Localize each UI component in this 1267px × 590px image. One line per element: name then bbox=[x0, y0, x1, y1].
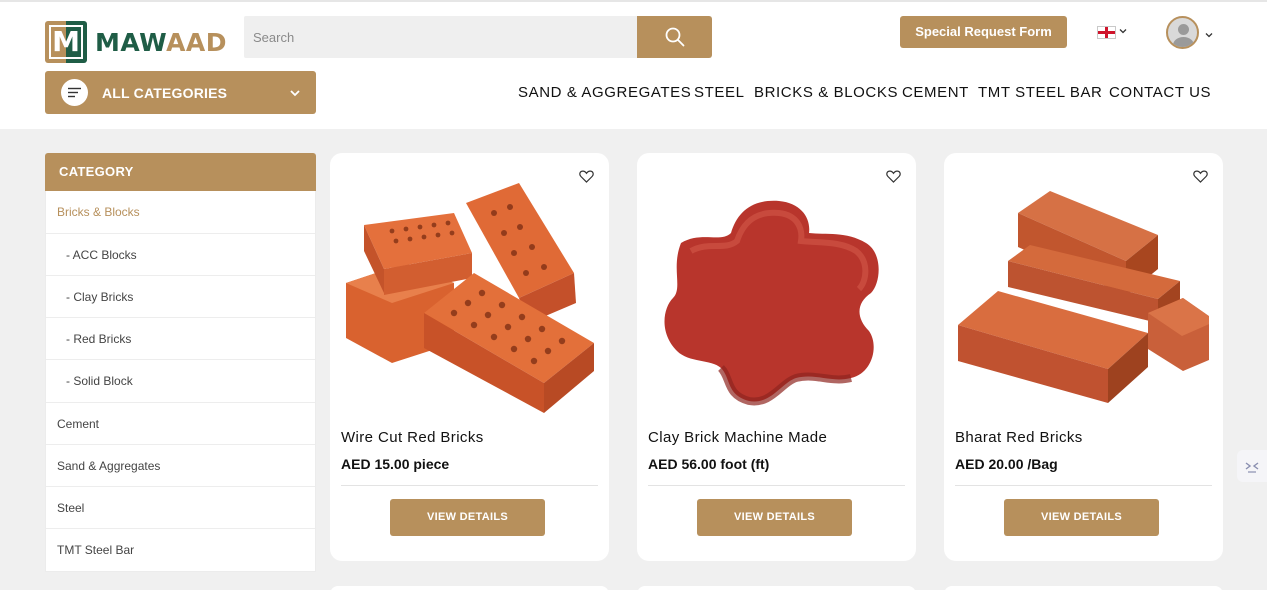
site-logo[interactable]: M MAWAAD bbox=[45, 21, 227, 63]
card-divider bbox=[341, 485, 598, 486]
sidebar-item-cement[interactable]: Cement bbox=[46, 402, 315, 444]
logo-mark: M bbox=[45, 21, 87, 63]
category-heading: CATEGORY bbox=[45, 153, 316, 191]
product-name[interactable]: Bharat Red Bricks bbox=[955, 429, 1083, 446]
chevron-down-icon bbox=[290, 90, 300, 97]
search-icon bbox=[665, 27, 684, 47]
sidebar-item-bricks-blocks[interactable]: Bricks & Blocks bbox=[46, 191, 315, 233]
chevron-down-icon[interactable] bbox=[1118, 26, 1128, 36]
menu-lines-icon bbox=[61, 79, 88, 106]
sidebar-item-solid-block[interactable]: - Solid Block bbox=[46, 359, 315, 401]
view-details-button[interactable]: VIEW DETAILS bbox=[697, 499, 852, 536]
logo-letter: M bbox=[49, 25, 83, 59]
product-card[interactable] bbox=[944, 586, 1223, 590]
nav-cement[interactable]: CEMENT bbox=[902, 84, 969, 104]
logo-text-a: MAW bbox=[95, 27, 167, 57]
product-price: AED 56.00 foot (ft) bbox=[648, 456, 770, 472]
product-card[interactable]: Bharat Red Bricks AED 20.00 /Bag VIEW DE… bbox=[944, 153, 1223, 561]
all-categories-label: ALL CATEGORIES bbox=[102, 84, 228, 101]
product-price: AED 15.00 piece bbox=[341, 456, 450, 472]
sidebar-item-sand-aggregates[interactable]: Sand & Aggregates bbox=[46, 444, 315, 486]
chevron-down-icon[interactable] bbox=[1204, 30, 1214, 40]
top-divider bbox=[0, 0, 1267, 2]
nav-tmt-steel-bar[interactable]: TMT STEEL BAR bbox=[978, 84, 1103, 104]
nav-sand-aggregates[interactable]: SAND & AGGREGATES bbox=[518, 84, 691, 104]
special-request-button[interactable]: Special Request Form bbox=[900, 16, 1067, 48]
sidebar-item-clay-bricks[interactable]: - Clay Bricks bbox=[46, 275, 315, 317]
nav-contact-us[interactable]: CONTACT US bbox=[1109, 84, 1211, 104]
product-image[interactable] bbox=[958, 173, 1209, 413]
logo-text-b: AAD bbox=[166, 27, 228, 57]
product-card[interactable]: Wire Cut Red Bricks AED 15.00 piece VIEW… bbox=[330, 153, 609, 561]
sidebar-item-red-bricks[interactable]: - Red Bricks bbox=[46, 317, 315, 359]
card-divider bbox=[648, 485, 905, 486]
search-button[interactable] bbox=[637, 16, 712, 58]
view-details-button[interactable]: VIEW DETAILS bbox=[390, 499, 545, 536]
nav-bricks-blocks[interactable]: BRICKS & BLOCKS bbox=[754, 84, 898, 104]
chat-icon bbox=[1245, 462, 1259, 473]
card-divider bbox=[955, 485, 1212, 486]
chat-widget-button[interactable] bbox=[1237, 450, 1267, 482]
sidebar-item-tmt-steel-bar[interactable]: TMT Steel Bar bbox=[46, 528, 315, 570]
product-price: AED 20.00 /Bag bbox=[955, 456, 1058, 472]
all-categories-button[interactable]: ALL CATEGORIES bbox=[45, 71, 316, 114]
product-image[interactable] bbox=[344, 173, 595, 413]
product-image[interactable] bbox=[651, 173, 902, 413]
product-card[interactable] bbox=[330, 586, 609, 590]
nav-steel[interactable]: STEEL bbox=[694, 84, 745, 104]
product-card[interactable]: Clay Brick Machine Made AED 56.00 foot (… bbox=[637, 153, 916, 561]
product-card[interactable] bbox=[637, 586, 916, 590]
logo-wordmark: MAWAAD bbox=[95, 28, 227, 57]
view-details-button[interactable]: VIEW DETAILS bbox=[1004, 499, 1159, 536]
avatar-icon[interactable] bbox=[1166, 16, 1199, 49]
sidebar-item-steel[interactable]: Steel bbox=[46, 486, 315, 528]
sidebar-item-acc-blocks[interactable]: - ACC Blocks bbox=[46, 233, 315, 275]
search-input[interactable] bbox=[244, 16, 637, 58]
uk-flag-icon[interactable] bbox=[1097, 26, 1116, 39]
product-name[interactable]: Wire Cut Red Bricks bbox=[341, 429, 484, 446]
product-name[interactable]: Clay Brick Machine Made bbox=[648, 429, 827, 446]
